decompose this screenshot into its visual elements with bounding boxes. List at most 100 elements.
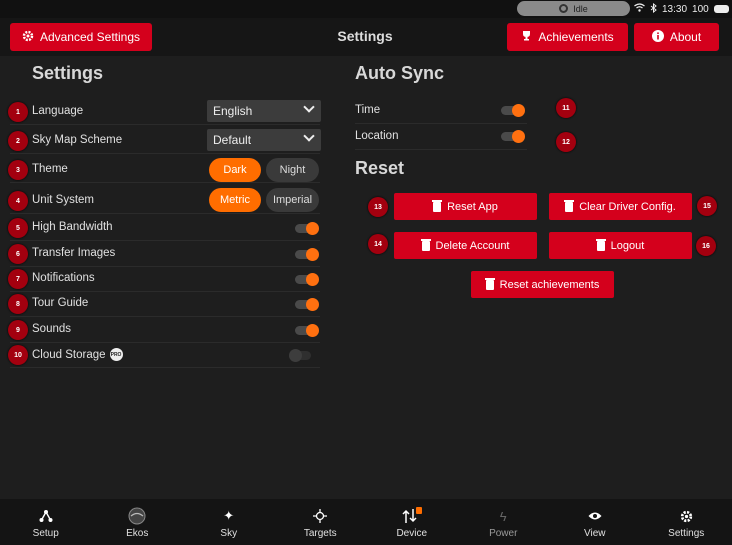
reset-section-title: Reset xyxy=(355,158,405,178)
clear-driver-config-button[interactable]: Clear Driver Config. xyxy=(549,193,692,220)
nav-view-label: View xyxy=(584,528,606,539)
time-sync-row: Time xyxy=(355,98,527,124)
nav-power-label: Power xyxy=(489,528,518,539)
cloud-storage-label: Cloud Storage xyxy=(32,348,106,361)
reset-app-label: Reset App xyxy=(447,200,498,213)
delete-account-label: Delete Account xyxy=(435,239,510,252)
sounds-row: 9 Sounds xyxy=(8,317,320,343)
clock-time: 13:30 xyxy=(662,3,688,15)
skymap-scheme-value: Default xyxy=(213,133,252,147)
unit-system-label: Unit System xyxy=(32,194,94,206)
skymap-scheme-select[interactable]: Default xyxy=(207,129,321,151)
reset-achievements-label: Reset achievements xyxy=(499,278,600,291)
high-bandwidth-row: 5 High Bandwidth xyxy=(8,215,320,241)
marker-badge: 12 xyxy=(556,132,576,152)
nav-targets[interactable]: Targets xyxy=(275,499,367,545)
tour-guide-toggle[interactable] xyxy=(295,298,319,311)
nav-sky[interactable]: ✦ Sky xyxy=(183,499,275,545)
location-sync-label: Location xyxy=(355,130,399,142)
cloud-storage-toggle[interactable] xyxy=(289,349,313,362)
theme-row: 3 Theme Dark Night xyxy=(8,157,320,183)
time-sync-toggle[interactable] xyxy=(501,104,525,117)
time-sync-label: Time xyxy=(355,104,381,116)
trophy-icon xyxy=(521,30,532,44)
notifications-toggle[interactable] xyxy=(295,273,319,286)
nav-ekos[interactable]: Ekos xyxy=(92,499,184,545)
nav-view[interactable]: View xyxy=(549,499,641,545)
marker-badge: 13 xyxy=(368,197,388,217)
nav-sky-label: Sky xyxy=(220,528,238,539)
location-sync-toggle[interactable] xyxy=(501,130,525,143)
trash-icon xyxy=(420,238,431,251)
chevron-down-icon xyxy=(303,130,315,142)
marker-badge: 14 xyxy=(368,234,388,254)
bottom-nav: Setup Ekos ✦ Sky Targets Device ϟ Power … xyxy=(0,499,732,545)
achievements-label: Achievements xyxy=(538,30,614,44)
marker-badge: 15 xyxy=(697,196,717,216)
skymap-scheme-label: Sky Map Scheme xyxy=(32,134,123,146)
cloud-storage-row: 10 Cloud Storage PRO xyxy=(8,342,320,368)
tour-guide-label: Tour Guide xyxy=(32,297,89,309)
settings-section-title: Settings xyxy=(32,63,104,83)
nav-device[interactable]: Device xyxy=(366,499,458,545)
location-sync-row: Location xyxy=(355,124,527,150)
autosync-section-title: Auto Sync xyxy=(355,63,445,83)
reset-achievements-button[interactable]: Reset achievements xyxy=(471,271,614,298)
battery-icon xyxy=(713,5,729,13)
marker-badge: 11 xyxy=(556,98,576,118)
battery-level: 100 xyxy=(692,3,709,15)
language-row: 1 Language English xyxy=(8,99,321,125)
targets-icon xyxy=(313,508,328,524)
nav-ekos-label: Ekos xyxy=(126,528,149,539)
nav-device-label: Device xyxy=(396,528,428,539)
logout-button[interactable]: Logout xyxy=(549,232,692,259)
sounds-toggle[interactable] xyxy=(295,324,319,337)
bluetooth-icon xyxy=(650,2,657,16)
marker-badge: 2 xyxy=(8,131,28,151)
achievements-button[interactable]: Achievements xyxy=(507,23,628,51)
nav-power[interactable]: ϟ Power xyxy=(458,499,550,545)
transfer-images-toggle[interactable] xyxy=(295,248,319,261)
marker-badge: 1 xyxy=(8,102,28,122)
nav-settings[interactable]: Settings xyxy=(641,499,732,545)
tour-guide-row: 8 Tour Guide xyxy=(8,291,320,317)
clear-driver-config-label: Clear Driver Config. xyxy=(579,200,676,213)
trash-icon xyxy=(564,199,575,212)
reset-app-button[interactable]: Reset App xyxy=(394,193,537,220)
power-icon: ϟ xyxy=(499,508,507,524)
marker-badge: 16 xyxy=(696,236,716,256)
chevron-down-icon xyxy=(303,101,315,113)
unit-imperial-option[interactable]: Imperial xyxy=(266,188,319,212)
advanced-settings-button[interactable]: Advanced Settings xyxy=(10,23,152,51)
theme-label: Theme xyxy=(32,163,68,175)
delete-account-button[interactable]: Delete Account xyxy=(394,232,537,259)
sky-icon: ✦ xyxy=(223,508,235,523)
status-state: Idle xyxy=(573,3,588,14)
high-bandwidth-label: High Bandwidth xyxy=(32,221,113,233)
theme-dark-option[interactable]: Dark xyxy=(209,158,261,182)
sounds-label: Sounds xyxy=(32,323,72,335)
marker-badge: 3 xyxy=(8,160,28,180)
high-bandwidth-toggle[interactable] xyxy=(295,222,319,235)
cloud-storage-label-wrap: Cloud Storage PRO xyxy=(32,348,123,361)
logout-label: Logout xyxy=(610,239,645,252)
wifi-icon xyxy=(634,3,645,15)
marker-badge: 4 xyxy=(8,191,28,211)
unit-system-row: 4 Unit System Metric Imperial xyxy=(8,186,320,214)
trash-icon xyxy=(484,277,495,290)
skymap-scheme-row: 2 Sky Map Scheme Default xyxy=(8,128,321,154)
system-tray: 13:30 100 xyxy=(634,2,729,16)
about-button[interactable]: About xyxy=(634,23,719,51)
marker-badge: 10 xyxy=(8,345,28,365)
language-select[interactable]: English xyxy=(207,100,321,122)
marker-badge: 5 xyxy=(8,218,28,238)
theme-night-option[interactable]: Night xyxy=(266,158,319,182)
target-icon xyxy=(559,4,569,13)
transfer-images-label: Transfer Images xyxy=(32,247,116,259)
marker-badge: 8 xyxy=(8,294,28,314)
trash-icon xyxy=(595,238,606,251)
info-icon xyxy=(651,29,664,45)
marker-badge: 6 xyxy=(8,244,28,264)
unit-metric-option[interactable]: Metric xyxy=(209,188,261,212)
nav-setup[interactable]: Setup xyxy=(0,499,92,545)
